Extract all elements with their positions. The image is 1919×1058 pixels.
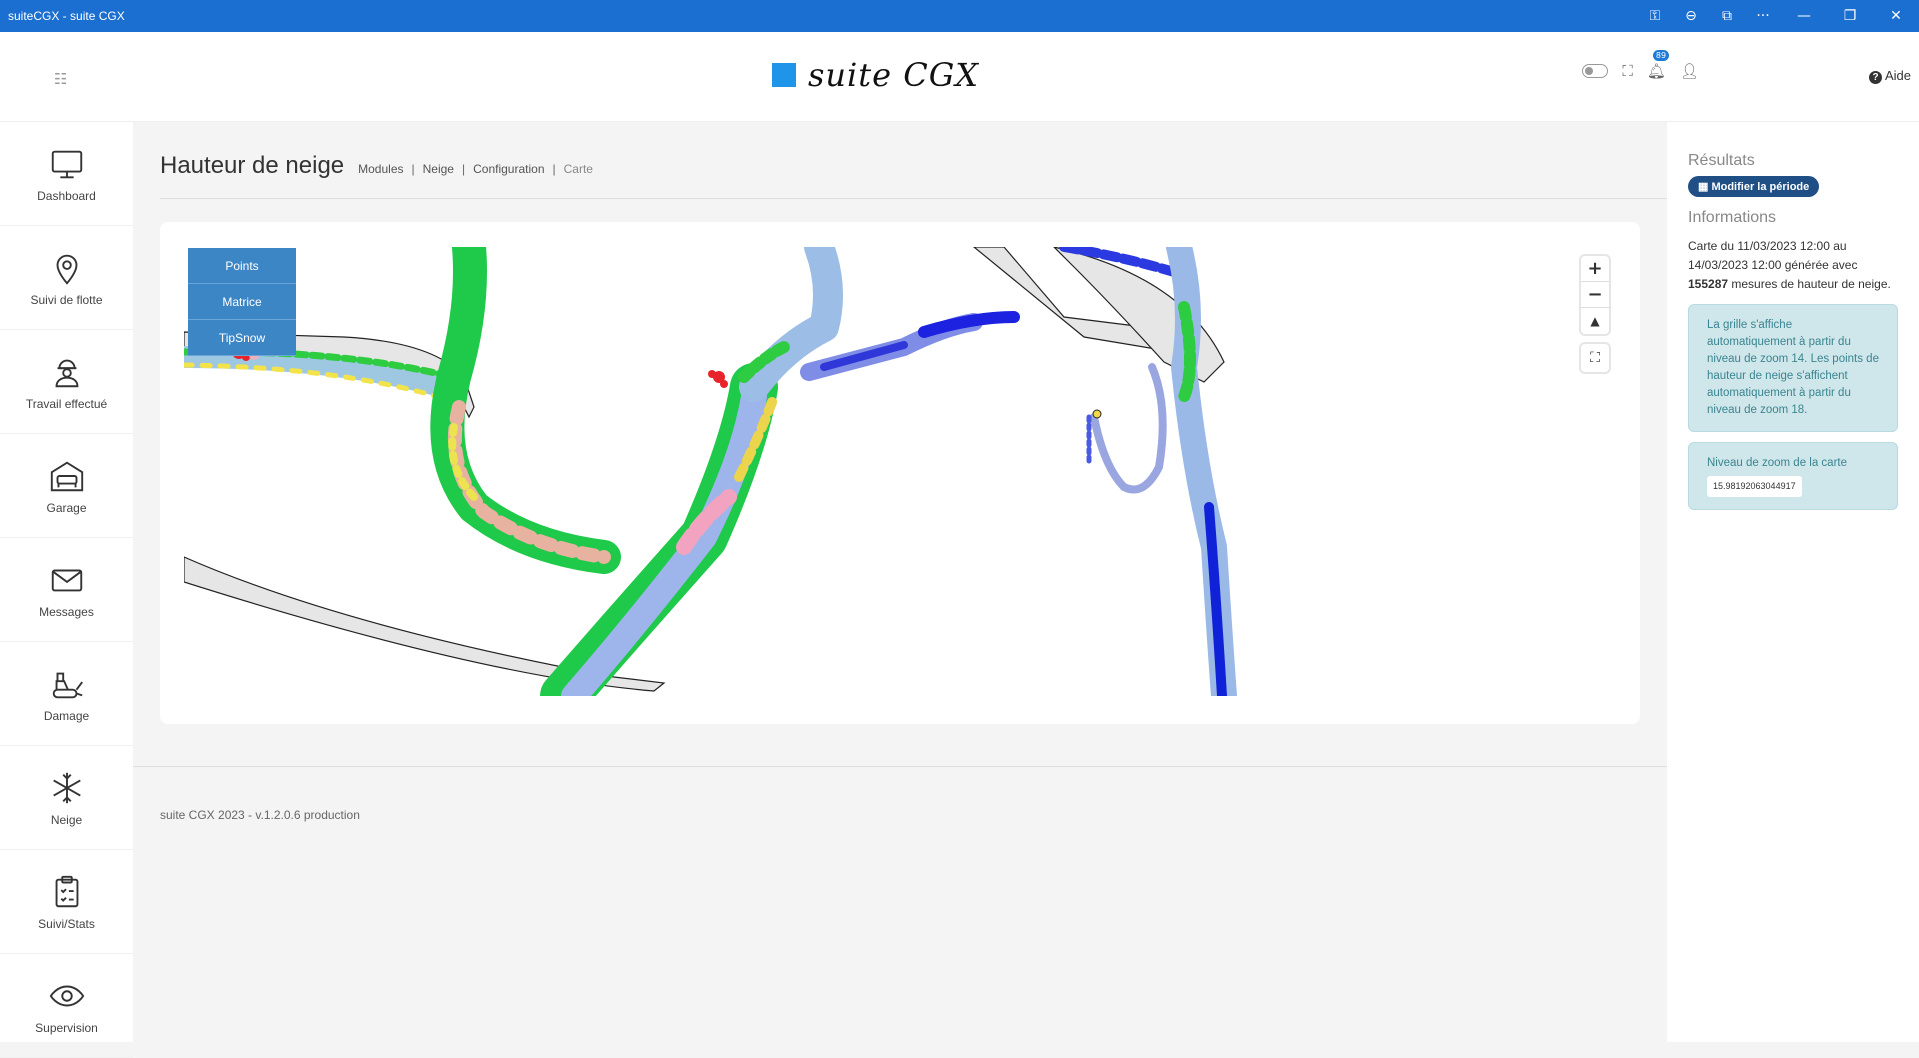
window-titlebar: suiteCGX - suite CGX ⚿ ⊖ ⧉ ··· — ❐ ✕ — [0, 0, 1919, 32]
sidebar: Dashboard Suivi de flotte Travail effect… — [0, 122, 133, 1058]
results-panel: Résultats ▦ Modifier la période Informat… — [1667, 122, 1919, 1042]
snow-height-map[interactable]: mapbox — [184, 247, 1460, 696]
layer-button-tipsnow[interactable]: TipSnow — [188, 320, 296, 356]
minimize-button[interactable]: — — [1781, 0, 1827, 32]
footer-text: suite CGX 2023 - v.1.2.0.6 production — [160, 808, 360, 822]
sidebar-item-label: Damage — [43, 708, 90, 723]
user-icon[interactable]: 👤︎ — [1680, 62, 1699, 80]
restore-button[interactable]: ❐ — [1827, 0, 1873, 32]
sidebar-item-label: Suivi de flotte — [30, 292, 103, 307]
notification-badge: 89 — [1652, 50, 1670, 61]
help-label: Aide — [1884, 68, 1911, 83]
info-text-measures: mesures de hauteur de neige. — [1731, 277, 1891, 291]
snowcat-icon — [52, 672, 83, 698]
zoom-out-button[interactable]: − — [1581, 282, 1609, 308]
help-link[interactable]: ? Aide — [1869, 68, 1911, 84]
zoom-level-value: 15.98192063044917 — [1707, 476, 1802, 497]
bell-icon[interactable]: 🔔︎ 89 — [1647, 50, 1670, 80]
sidebar-item-label: Messages — [39, 604, 94, 619]
sidebar-item-label: Suivi/Stats — [38, 916, 95, 931]
header-divider — [160, 198, 1667, 199]
sidebar-item-label: Garage — [46, 500, 87, 515]
info-text-period: Carte du 11/03/2023 12:00 au 14/03/2023 … — [1688, 239, 1858, 272]
sidebar-item-suivi-flotte[interactable]: Suivi de flotte — [0, 226, 133, 330]
layer-button-matrice[interactable]: Matrice — [188, 284, 296, 320]
map-info-text: Carte du 11/03/2023 12:00 au 14/03/2023 … — [1688, 237, 1898, 294]
more-icon[interactable]: ··· — [1745, 0, 1781, 32]
breadcrumb-configuration[interactable]: Configuration — [473, 162, 544, 176]
sidebar-item-damage[interactable]: Damage — [0, 642, 133, 746]
breadcrumb-separator: | — [411, 162, 415, 176]
sidebar-item-messages[interactable]: Messages — [0, 538, 133, 642]
monitor-icon — [51, 150, 82, 178]
results-heading: Résultats — [1688, 152, 1755, 169]
zoom-level-alert: Niveau de zoom de la carte 15.9819206304… — [1688, 442, 1898, 510]
app-available-icon[interactable]: ⧉ — [1709, 0, 1745, 32]
sidebar-item-neige[interactable]: Neige — [0, 746, 133, 850]
menu-toggle-icon[interactable]: ☷ — [54, 70, 67, 88]
sidebar-item-label: Supervision — [35, 1020, 98, 1035]
sidebar-item-label: Travail effectué — [25, 396, 108, 411]
map-fullscreen-button[interactable]: ⛶ — [1581, 344, 1609, 372]
window-title: suiteCGX - suite CGX — [8, 9, 125, 23]
layer-button-points[interactable]: Points — [188, 248, 296, 284]
page-header: Hauteur de neige Modules | Neige | Configu… — [160, 152, 593, 180]
key-icon[interactable]: ⚿ — [1637, 0, 1673, 32]
worker-icon — [55, 359, 78, 387]
fullscreen-icon[interactable]: ⛶ — [1622, 62, 1633, 80]
sidebar-item-garage[interactable]: Garage — [0, 434, 133, 538]
zoom-out-icon[interactable]: ⊖ — [1673, 0, 1709, 32]
sidebar-item-suivi-stats[interactable]: Suivi/Stats — [0, 850, 133, 954]
map-card: mapbox Points Matrice TipSnow + − ▲ ⛶ — [160, 222, 1640, 724]
breadcrumb-carte: Carte — [563, 162, 593, 176]
top-navbar: ☷ suite CGX ⛶ 🔔︎ 89 👤︎ ? Aide — [0, 32, 1919, 122]
sidebar-item-supervision[interactable]: Supervision — [0, 954, 133, 1058]
footer-divider — [133, 766, 1667, 767]
close-button[interactable]: ✕ — [1873, 0, 1919, 32]
question-icon: ? — [1869, 71, 1883, 84]
brand-logo: suite CGX — [772, 56, 979, 94]
sidebar-item-dashboard[interactable]: Dashboard — [0, 122, 133, 226]
map-pin-icon — [56, 254, 77, 285]
calendar-icon: ▦ — [1698, 181, 1712, 193]
garage-icon — [50, 461, 83, 491]
map-navigation-controls: + − ▲ — [1581, 256, 1609, 334]
mapbox-attribution: mapbox — [214, 695, 272, 696]
compass-button[interactable]: ▲ — [1581, 308, 1609, 334]
modify-period-label: Modifier la période — [1711, 181, 1810, 193]
grid-info-alert: La grille s'affiche automatiquement à pa… — [1688, 304, 1898, 432]
eye-icon — [49, 985, 84, 1006]
snowflake-icon — [52, 772, 81, 803]
informations-heading: Informations — [1688, 209, 1777, 226]
map-canvas — [184, 247, 1237, 696]
theme-toggle[interactable] — [1582, 64, 1609, 78]
zoom-in-button[interactable]: + — [1581, 256, 1609, 282]
sidebar-item-label: Neige — [50, 812, 83, 827]
sidebar-item-travail-effectue[interactable]: Travail effectué — [0, 330, 133, 434]
brand-square — [772, 63, 796, 87]
envelope-icon — [51, 569, 82, 591]
modify-period-button[interactable]: ▦ Modifier la période — [1688, 176, 1820, 197]
breadcrumb-modules[interactable]: Modules — [358, 162, 403, 176]
breadcrumb-separator: | — [552, 162, 556, 176]
layer-switcher: Points Matrice TipSnow — [188, 248, 296, 356]
measure-count: 155287 — [1688, 277, 1729, 291]
breadcrumb-separator: | — [461, 162, 466, 176]
clipboard-icon — [55, 875, 78, 907]
sidebar-item-label: Dashboard — [37, 188, 96, 203]
brand-name: suite CGX — [808, 56, 980, 94]
page-title: Hauteur de neige — [160, 152, 345, 179]
breadcrumb-neige[interactable]: Neige — [423, 162, 454, 176]
zoom-level-label: Niveau de zoom de la carte — [1707, 457, 1847, 469]
